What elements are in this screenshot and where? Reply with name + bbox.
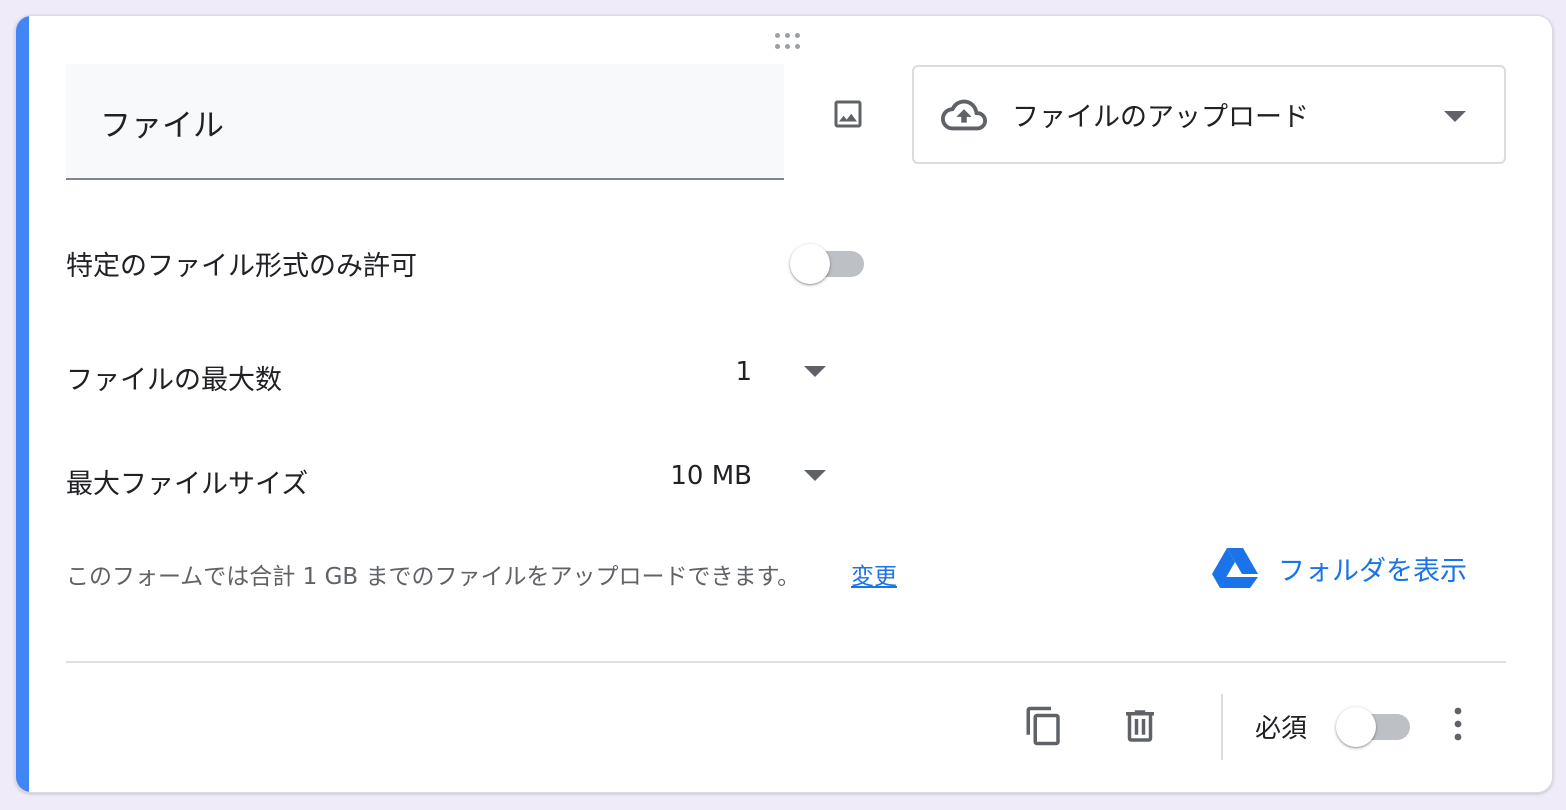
- change-quota-link[interactable]: 変更: [851, 557, 897, 591]
- quota-text: このフォームでは合計 1 GB までのファイルをアップロードできます。: [66, 564, 801, 590]
- more-vert-icon: [1454, 707, 1462, 741]
- more-options-button[interactable]: [1434, 700, 1482, 748]
- add-image-button[interactable]: [824, 90, 872, 138]
- chevron-down-icon: [1444, 111, 1466, 122]
- max-files-label: ファイルの最大数: [66, 365, 282, 396]
- question-title-text: ファイル: [100, 108, 224, 144]
- chevron-down-icon: [804, 366, 826, 377]
- drag-handle-icon[interactable]: [771, 33, 803, 49]
- max-files-value: 1: [735, 357, 752, 387]
- view-folder-label: フォルダを表示: [1278, 555, 1467, 587]
- copy-icon: [1026, 706, 1060, 746]
- duplicate-button[interactable]: [1020, 702, 1068, 750]
- question-type-select[interactable]: ファイルのアップロード: [912, 65, 1506, 164]
- trash-icon: [1126, 710, 1154, 742]
- active-accent-bar: [16, 16, 29, 792]
- max-files-select[interactable]: 1: [706, 350, 836, 394]
- google-drive-icon: [1212, 548, 1258, 588]
- question-type-label: ファイルのアップロード: [1012, 102, 1309, 133]
- image-icon: [834, 100, 862, 128]
- required-label: 必須: [1255, 714, 1308, 744]
- specific-file-types-label: 特定のファイル形式のみ許可: [66, 251, 417, 282]
- max-file-size-select[interactable]: 10 MB: [656, 454, 836, 498]
- specific-file-types-toggle[interactable]: [790, 243, 864, 284]
- required-toggle[interactable]: [1336, 706, 1410, 747]
- max-file-size-value: 10 MB: [670, 461, 752, 491]
- footer-divider: [66, 661, 1506, 663]
- cloud-upload-icon: [940, 91, 988, 139]
- footer-separator: [1221, 694, 1223, 760]
- question-title-input[interactable]: ファイル: [66, 64, 784, 180]
- delete-button[interactable]: [1116, 702, 1164, 750]
- max-file-size-label: 最大ファイルサイズ: [66, 469, 309, 500]
- chevron-down-icon: [804, 470, 826, 481]
- view-folder-link[interactable]: フォルダを表示: [1212, 548, 1467, 588]
- question-card[interactable]: ファイル ファイルのアップロード 特定のファイル形式のみ許可 ファイルの最大数 …: [15, 15, 1553, 793]
